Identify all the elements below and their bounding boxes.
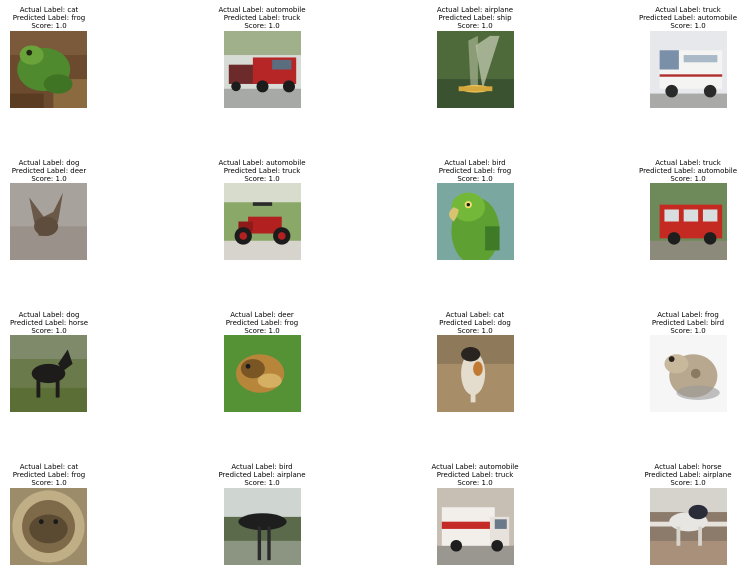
sample-caption: Actual Label: dog Predicted Label: deer … xyxy=(0,159,114,183)
antique-red-car-photo xyxy=(224,183,301,260)
actual-label-text: Actual Label: cat xyxy=(19,6,79,14)
horse-jumper-photo xyxy=(650,488,727,565)
predicted-label-text: Predicted Label: truck xyxy=(223,14,301,22)
sample-caption: Actual Label: bird Predicted Label: frog… xyxy=(410,159,540,183)
actual-label-text: Actual Label: horse xyxy=(654,463,722,471)
sample-caption: Actual Label: bird Predicted Label: airp… xyxy=(197,463,327,487)
predicted-label-text: Predicted Label: frog xyxy=(225,319,299,327)
sample-caption: Actual Label: automobile Predicted Label… xyxy=(410,463,540,487)
black-dog-on-grass-photo xyxy=(10,335,87,412)
predicted-label-text: Predicted Label: airplane xyxy=(218,471,306,479)
score-text: Score: 1.0 xyxy=(31,22,67,30)
predicted-label-text: Predicted Label: airplane xyxy=(644,471,732,479)
score-text: Score: 1.0 xyxy=(670,327,706,335)
sample-caption: Actual Label: truck Predicted Label: aut… xyxy=(623,159,746,183)
actual-label-text: Actual Label: automobile xyxy=(431,463,519,471)
score-text: Score: 1.0 xyxy=(457,479,493,487)
predicted-label-text: Predicted Label: truck xyxy=(436,471,514,479)
predicted-label-text: Predicted Label: ship xyxy=(438,14,512,22)
white-van-photo xyxy=(650,31,727,108)
red-vw-van-photo xyxy=(650,183,727,260)
score-text: Score: 1.0 xyxy=(244,22,280,30)
actual-label-text: Actual Label: truck xyxy=(655,6,721,14)
score-text: Score: 1.0 xyxy=(457,327,493,335)
score-text: Score: 1.0 xyxy=(244,327,280,335)
score-text: Score: 1.0 xyxy=(670,175,706,183)
sample-caption: Actual Label: frog Predicted Label: bird… xyxy=(623,311,746,335)
actual-label-text: Actual Label: dog xyxy=(18,159,80,167)
actual-label-text: Actual Label: automobile xyxy=(218,159,306,167)
actual-label-text: Actual Label: truck xyxy=(655,159,721,167)
actual-label-text: Actual Label: dog xyxy=(18,311,80,319)
predicted-label-text: Predicted Label: automobile xyxy=(638,167,738,175)
score-text: Score: 1.0 xyxy=(457,175,493,183)
sample-caption: Actual Label: cat Predicted Label: frog … xyxy=(0,463,114,487)
predicted-label-text: Predicted Label: frog xyxy=(12,14,86,22)
actual-label-text: Actual Label: cat xyxy=(445,311,505,319)
sample-caption: Actual Label: cat Predicted Label: dog S… xyxy=(410,311,540,335)
actual-label-text: Actual Label: automobile xyxy=(218,6,306,14)
ostrich-photo xyxy=(224,488,301,565)
actual-label-text: Actual Label: bird xyxy=(444,159,506,167)
predicted-label-text: Predicted Label: frog xyxy=(438,167,512,175)
actual-label-text: Actual Label: bird xyxy=(231,463,293,471)
calico-cat-photo xyxy=(437,335,514,412)
predicted-label-text: Predicted Label: frog xyxy=(12,471,86,479)
score-text: Score: 1.0 xyxy=(31,479,67,487)
sample-caption: Actual Label: automobile Predicted Label… xyxy=(197,6,327,30)
predicted-label-text: Predicted Label: bird xyxy=(651,319,725,327)
score-text: Score: 1.0 xyxy=(31,175,67,183)
actual-label-text: Actual Label: frog xyxy=(657,311,719,319)
predicted-label-text: Predicted Label: dog xyxy=(439,319,511,327)
sample-caption: Actual Label: automobile Predicted Label… xyxy=(197,159,327,183)
sample-caption: Actual Label: dog Predicted Label: horse… xyxy=(0,311,114,335)
airplane-light-beams-photo xyxy=(437,31,514,108)
score-text: Score: 1.0 xyxy=(244,479,280,487)
sample-caption: Actual Label: horse Predicted Label: air… xyxy=(623,463,746,487)
predicted-label-text: Predicted Label: truck xyxy=(223,167,301,175)
frog-photo xyxy=(10,31,87,108)
predicted-label-text: Predicted Label: horse xyxy=(9,319,89,327)
predicted-label-text: Predicted Label: deer xyxy=(11,167,87,175)
score-text: Score: 1.0 xyxy=(670,479,706,487)
red-pickup-truck-photo xyxy=(224,31,301,108)
ambulance-photo xyxy=(437,488,514,565)
sample-caption: Actual Label: cat Predicted Label: frog … xyxy=(0,6,114,30)
score-text: Score: 1.0 xyxy=(31,327,67,335)
sample-caption: Actual Label: truck Predicted Label: aut… xyxy=(623,6,746,30)
actual-label-text: Actual Label: deer xyxy=(230,311,294,319)
score-text: Score: 1.0 xyxy=(670,22,706,30)
dog-silhouette-photo xyxy=(10,183,87,260)
score-text: Score: 1.0 xyxy=(244,175,280,183)
actual-label-text: Actual Label: cat xyxy=(19,463,79,471)
green-parrot-photo xyxy=(437,183,514,260)
round-cat-photo xyxy=(10,488,87,565)
score-text: Score: 1.0 xyxy=(457,22,493,30)
actual-label-text: Actual Label: airplane xyxy=(436,6,514,14)
sample-caption: Actual Label: airplane Predicted Label: … xyxy=(410,6,540,30)
sample-caption: Actual Label: deer Predicted Label: frog… xyxy=(197,311,327,335)
toad-white-background-photo xyxy=(650,335,727,412)
animal-on-grass-photo xyxy=(224,335,301,412)
predicted-label-text: Predicted Label: automobile xyxy=(638,14,738,22)
